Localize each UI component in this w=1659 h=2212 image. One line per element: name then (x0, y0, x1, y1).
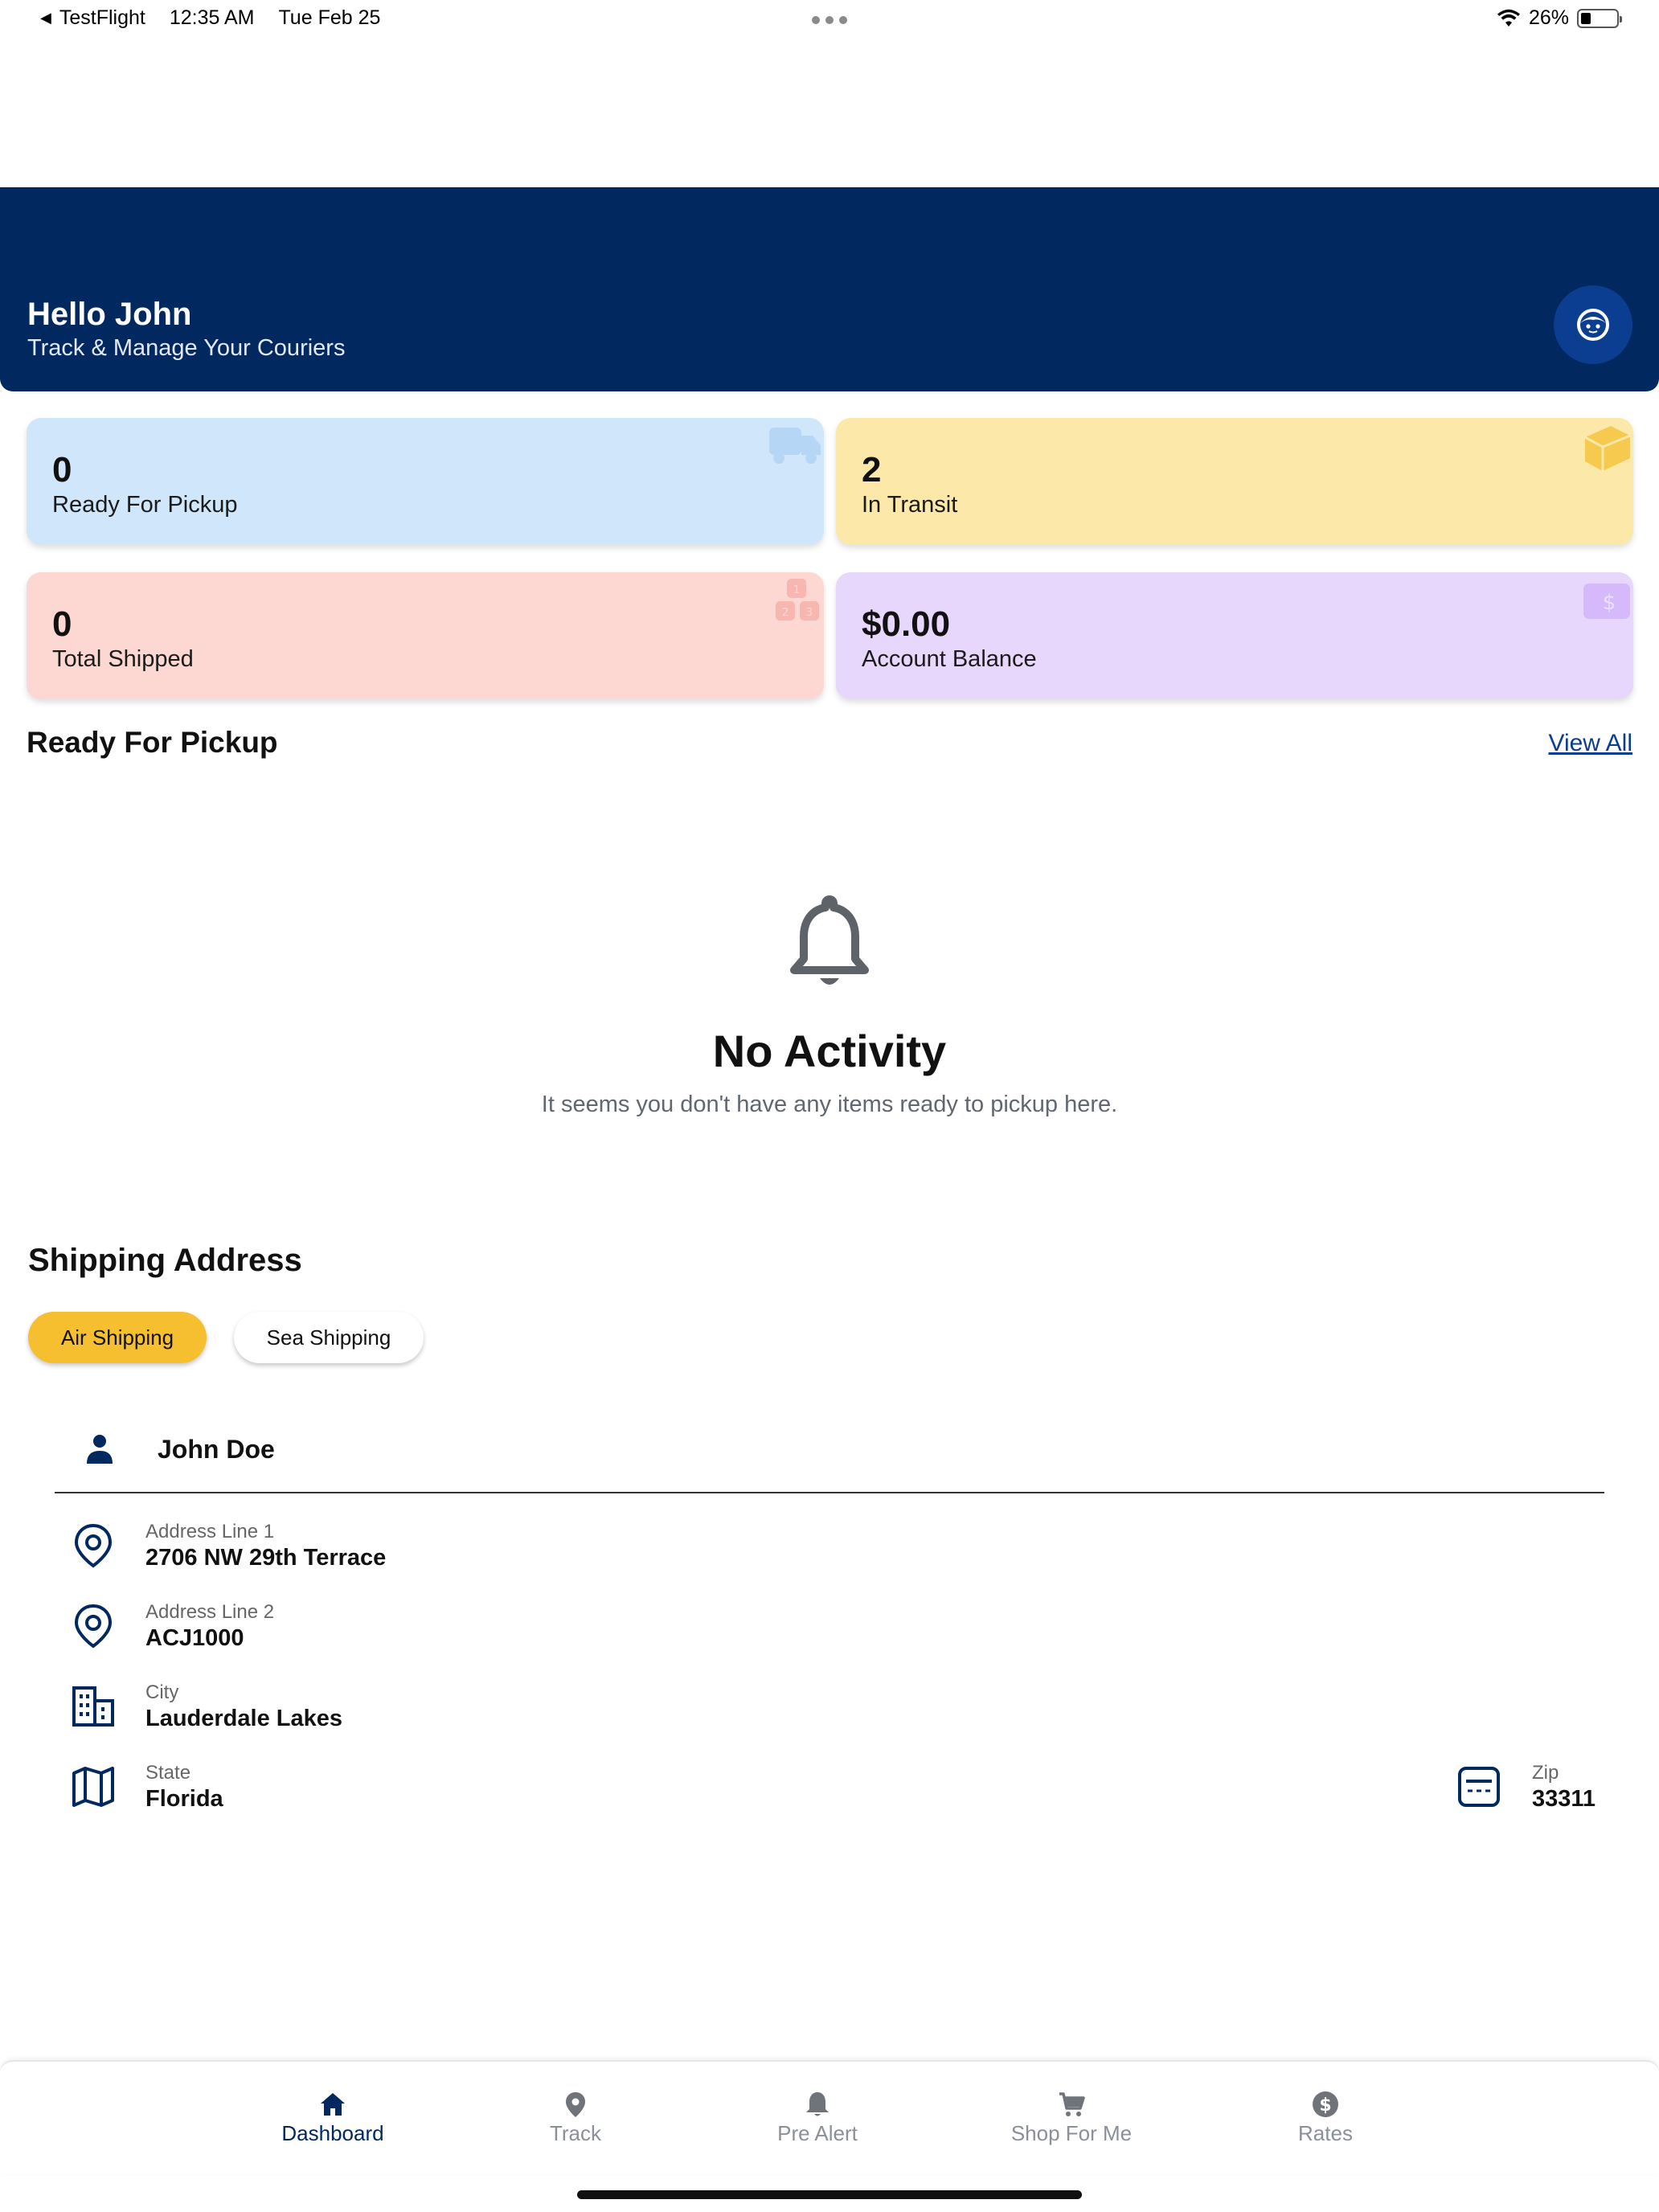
address-line2-value: ACJ1000 (145, 1625, 244, 1651)
ready-section-title: Ready For Pickup (27, 726, 278, 759)
empty-state-text: It seems you don't have any items ready … (541, 1092, 1118, 1117)
svg-text:2: 2 (782, 607, 789, 619)
wifi-icon (1497, 9, 1520, 27)
stat-value: 2 (862, 450, 882, 490)
view-all-link[interactable]: View All (1548, 730, 1632, 757)
map-icon (72, 1767, 114, 1807)
stat-label: In Transit (862, 492, 958, 518)
recipient-name: John Doe (158, 1435, 275, 1464)
tab-shop-for-me[interactable]: Shop For Me (991, 2089, 1152, 2146)
svg-text:$: $ (1603, 591, 1616, 615)
stat-value: 0 (52, 450, 72, 490)
tab-dashboard[interactable]: Dashboard (252, 2089, 413, 2146)
header-banner: Hello John Track & Manage Your Couriers (0, 187, 1659, 391)
zip-value: 33311 (1532, 1786, 1596, 1812)
tab-label: Pre Alert (777, 2121, 858, 2145)
tab-pre-alert[interactable]: Pre Alert (737, 2089, 898, 2146)
status-left: ◀ TestFlight 12:35 AM Tue Feb 25 (40, 6, 380, 30)
svg-text:3: 3 (806, 607, 813, 619)
truck-icon (769, 428, 821, 464)
stat-card-account-balance[interactable]: $0.00 Account Balance $ (836, 572, 1633, 699)
stat-card-total-shipped[interactable]: 0 Total Shipped 1 2 3 (27, 572, 824, 699)
zip-code-icon (1458, 1767, 1500, 1807)
tab-label: Rates (1298, 2121, 1353, 2145)
svg-text:$: $ (1319, 2095, 1331, 2116)
stat-label: Account Balance (862, 646, 1037, 672)
package-icon (1584, 426, 1631, 471)
svg-text:1: 1 (793, 584, 800, 596)
home-indicator[interactable] (577, 2190, 1082, 2199)
boxes-icon: 1 2 3 (776, 579, 819, 621)
location-pin-icon (74, 1523, 113, 1568)
battery-icon (1577, 8, 1622, 28)
state-label: State (145, 1762, 191, 1784)
bell-icon (790, 895, 869, 985)
city-value: Lauderdale Lakes (145, 1706, 342, 1731)
address-line2-label: Address Line 2 (145, 1601, 275, 1623)
address-line1-value: 2706 NW 29th Terrace (145, 1545, 387, 1571)
location-pin-icon (74, 1604, 113, 1649)
tab-label: Track (549, 2121, 602, 2145)
greeting: Hello John (27, 297, 192, 332)
stat-value: $0.00 (862, 604, 951, 644)
location-pin-icon (566, 2092, 585, 2117)
status-right: 26% (1497, 6, 1622, 30)
back-arrow-icon[interactable]: ◀ (40, 10, 51, 27)
tab-rates[interactable]: $ Rates (1245, 2089, 1406, 2146)
profile-avatar-button[interactable] (1554, 285, 1632, 364)
empty-state-title: No Activity (712, 1026, 947, 1076)
tab-label: Shop For Me (1010, 2121, 1133, 2145)
stat-value: 0 (52, 604, 72, 644)
status-time: 12:35 AM (169, 6, 255, 29)
stat-card-in-transit[interactable]: 2 In Transit (836, 418, 1633, 545)
status-bar: ◀ TestFlight 12:35 AM Tue Feb 25 26% (0, 0, 1659, 40)
shipping-address-title: Shipping Address (28, 1243, 302, 1278)
tab-label: Dashboard (281, 2121, 384, 2145)
back-app-label[interactable]: TestFlight (59, 6, 145, 30)
divider (55, 1492, 1604, 1493)
bottom-tab-bar: Dashboard Track Pre Alert Shop For Me $ … (0, 2060, 1659, 2174)
stat-card-ready-for-pickup[interactable]: 0 Ready For Pickup (27, 418, 824, 545)
home-icon (321, 2093, 345, 2116)
tab-track[interactable]: Track (495, 2089, 656, 2146)
address-line1-label: Address Line 1 (145, 1521, 275, 1542)
zip-label: Zip (1532, 1762, 1559, 1784)
battery-percent: 26% (1528, 6, 1569, 29)
dollar-card-icon: $ (1583, 584, 1630, 619)
city-label: City (145, 1682, 179, 1703)
state-value: Florida (145, 1786, 223, 1812)
air-shipping-tab[interactable]: Air Shipping (28, 1312, 207, 1363)
person-icon (87, 1435, 113, 1464)
stat-label: Total Shipped (52, 646, 194, 672)
cart-icon (1059, 2092, 1085, 2116)
face-icon (1577, 309, 1609, 341)
status-date: Tue Feb 25 (278, 6, 381, 29)
bell-icon (806, 2092, 829, 2116)
header-subtitle: Track & Manage Your Couriers (27, 335, 346, 361)
sea-shipping-tab[interactable]: Sea Shipping (234, 1312, 424, 1363)
multitask-dots-icon[interactable] (812, 16, 847, 24)
dollar-icon: $ (1313, 2091, 1338, 2117)
building-icon (72, 1686, 114, 1727)
stat-label: Ready For Pickup (52, 492, 238, 518)
